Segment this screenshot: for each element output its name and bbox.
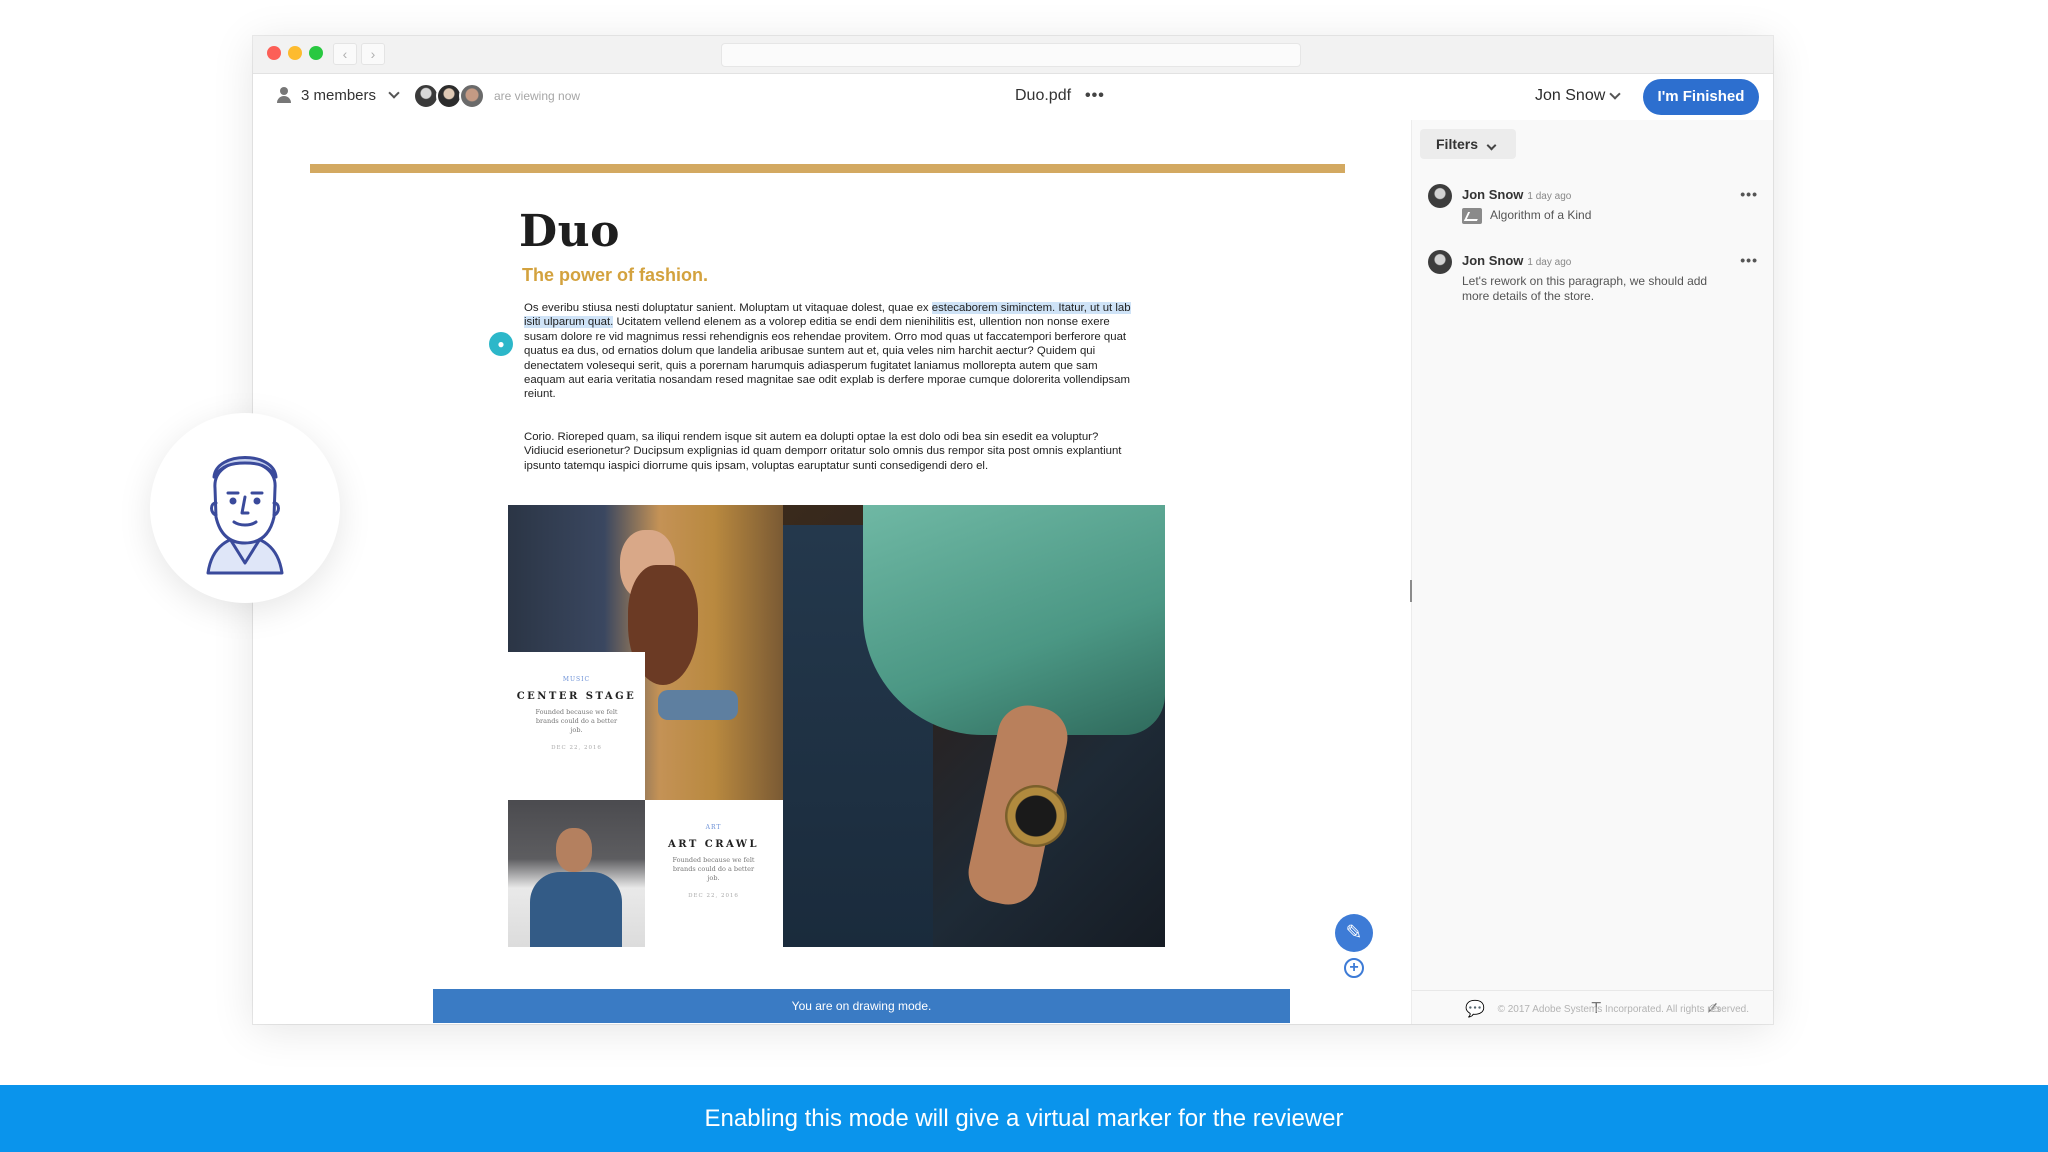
back-icon[interactable]: ‹ bbox=[333, 43, 357, 65]
filters-dropdown[interactable]: Filters bbox=[1420, 129, 1516, 159]
members-label: 3 members bbox=[301, 86, 377, 104]
minimize-window-button[interactable] bbox=[288, 46, 302, 60]
copyright-text: © 2017 Adobe Systems Incorporated. All r… bbox=[1497, 1004, 1749, 1015]
comment-time: 1 day ago bbox=[1527, 191, 1572, 202]
browser-titlebar: ‹ › bbox=[253, 36, 1773, 74]
avatar[interactable] bbox=[459, 83, 485, 109]
comment-text: Let's rework on this paragraph, we shoul… bbox=[1462, 274, 1708, 303]
presenter-illustration bbox=[206, 456, 284, 575]
user-menu[interactable]: Jon Snow bbox=[1535, 87, 1621, 105]
panel-resize-handle[interactable] bbox=[1410, 580, 1412, 602]
paragraph-text: Ucitatem vellend elenem as a volorep edi… bbox=[524, 316, 1130, 401]
drawing-mode-banner: You are on drawing mode. bbox=[433, 989, 1290, 1023]
chevron-down-icon bbox=[1486, 140, 1497, 151]
person-icon bbox=[275, 86, 293, 104]
card-tag: MUSIC bbox=[562, 676, 591, 683]
image-detail bbox=[863, 505, 1165, 735]
chevron-down-icon bbox=[1609, 87, 1621, 100]
im-finished-button[interactable]: I'm Finished bbox=[1643, 79, 1759, 115]
maximize-window-button[interactable] bbox=[309, 46, 323, 60]
author-name: Jon Snow bbox=[1462, 253, 1524, 268]
pen-icon[interactable]: ✎ bbox=[1335, 914, 1373, 952]
page-subtitle: The power of fashion. bbox=[522, 265, 709, 285]
image-icon bbox=[1462, 208, 1482, 224]
card-date: DEC 22, 2016 bbox=[551, 745, 602, 751]
paragraph-text: Os everibu stiusa nesti doluptatur sanie… bbox=[524, 302, 932, 314]
document-canvas[interactable]: Duo The power of fashion. ● Os everibu s… bbox=[253, 120, 1411, 1024]
comment-time: 1 day ago bbox=[1527, 257, 1572, 268]
man-with-records-image bbox=[508, 800, 645, 947]
comment-author: Jon Snow 1 day ago bbox=[1462, 253, 1571, 268]
plus-icon[interactable]: + bbox=[1344, 958, 1364, 978]
image-detail bbox=[556, 828, 592, 872]
body-paragraph[interactable]: Corio. Rioreped quam, sa iliqui rendem i… bbox=[524, 430, 1134, 473]
viewers-group: are viewing now bbox=[413, 83, 580, 109]
body-paragraph[interactable]: Os everibu stiusa nesti doluptatur sanie… bbox=[524, 301, 1134, 402]
image-detail bbox=[530, 872, 622, 947]
more-icon[interactable]: ••• bbox=[1740, 252, 1758, 268]
card-tag: ART bbox=[705, 824, 722, 831]
document-name: Duo.pdf ••• bbox=[1015, 87, 1105, 105]
stage: ‹ › 3 members are viewing now Duo.pdf ••… bbox=[0, 0, 2048, 1152]
center-stage-card: MUSIC CENTER STAGE Founded because we fe… bbox=[508, 652, 645, 800]
page-top-bar bbox=[310, 164, 1345, 173]
comment-body: Algorithm of a Kind bbox=[1462, 208, 1732, 224]
avatar bbox=[1428, 184, 1452, 208]
avatar bbox=[1428, 250, 1452, 274]
card-date: DEC 22, 2016 bbox=[688, 893, 739, 899]
presenter-avatar bbox=[150, 413, 340, 603]
author-name: Jon Snow bbox=[1462, 187, 1524, 202]
forward-icon[interactable]: › bbox=[361, 43, 385, 65]
comment-text: Algorithm of a Kind bbox=[1490, 208, 1592, 223]
caption-bar: Enabling this mode will give a virtual m… bbox=[0, 1085, 2048, 1152]
document-title-label: Duo.pdf bbox=[1015, 87, 1072, 104]
more-icon[interactable]: ••• bbox=[1085, 88, 1105, 104]
image-detail bbox=[658, 690, 738, 720]
chevron-down-icon bbox=[388, 86, 400, 99]
art-crawl-card: ART ART CRAWL Founded because we felt br… bbox=[645, 800, 782, 947]
comments-sidebar: Filters Jon Snow 1 day ago ••• Algorithm … bbox=[1410, 120, 1774, 1024]
comment-icon[interactable]: ● bbox=[489, 332, 513, 356]
more-icon[interactable]: ••• bbox=[1740, 186, 1758, 202]
card-heading: CENTER STAGE bbox=[516, 691, 637, 702]
watch-image bbox=[783, 505, 1165, 947]
card-heading: ART CRAWL bbox=[667, 839, 760, 850]
app-window: ‹ › 3 members are viewing now Duo.pdf ••… bbox=[253, 36, 1774, 1024]
card-description: Founded because we felt brands could do … bbox=[672, 856, 755, 882]
card-description: Founded because we felt brands could do … bbox=[535, 708, 618, 734]
close-window-button[interactable] bbox=[267, 46, 281, 60]
viewing-now-label: are viewing now bbox=[494, 89, 581, 103]
user-name: Jon Snow bbox=[1535, 87, 1606, 104]
comment-author: Jon Snow 1 day ago bbox=[1462, 187, 1571, 202]
address-bar[interactable] bbox=[721, 43, 1301, 67]
image-collage: MUSIC CENTER STAGE Founded because we fe… bbox=[508, 505, 1165, 947]
filters-label: Filters bbox=[1436, 136, 1479, 152]
comment-icon[interactable]: 💬 bbox=[1465, 999, 1485, 1019]
page-title: Duo bbox=[519, 206, 620, 257]
members-menu[interactable]: 3 members bbox=[275, 86, 400, 104]
app-header: 3 members are viewing now Duo.pdf ••• Jo… bbox=[253, 74, 1773, 120]
image-detail bbox=[1005, 785, 1067, 847]
